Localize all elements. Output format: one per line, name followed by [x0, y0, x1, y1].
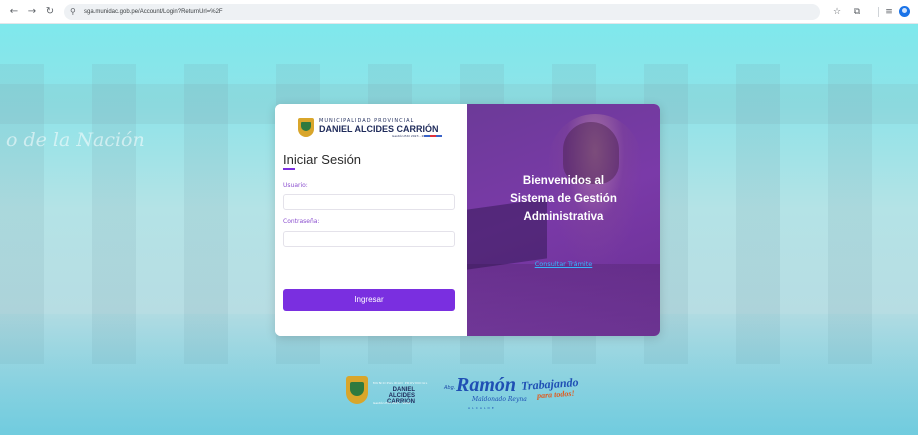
crest-icon — [298, 118, 314, 137]
welcome-panel: Bienvenidos al Sistema de Gestión Admini… — [467, 104, 660, 336]
password-label: Contraseña: — [283, 218, 320, 225]
footer-crest-icon — [346, 376, 368, 404]
welcome-line-2: Sistema de Gestión — [510, 193, 617, 205]
municipality-logo: MUNICIPALIDAD PROVINCIAL DANIEL ALCIDES … — [298, 118, 448, 140]
username-label: Usuario: — [283, 182, 308, 189]
logo-line-2: DANIEL ALCIDES CARRIÓN — [319, 124, 439, 134]
login-panel: MUNICIPALIDAD PROVINCIAL DANIEL ALCIDES … — [275, 104, 467, 336]
logo-flag-bar — [424, 135, 442, 137]
extensions-icon[interactable]: ⧉ — [850, 4, 864, 20]
back-icon[interactable]: ← — [6, 4, 22, 20]
site-info-icon[interactable]: ⚲ — [70, 4, 76, 20]
browser-toolbar: ← → ↻ ⚲ sga.munidac.gob.pe/Account/Login… — [0, 0, 918, 24]
username-input[interactable] — [283, 194, 455, 210]
toolbar-divider — [878, 7, 879, 17]
password-input[interactable] — [283, 231, 455, 247]
url-text: sga.munidac.gob.pe/Account/Login?ReturnU… — [84, 9, 223, 15]
reload-icon[interactable]: ↻ — [42, 4, 58, 20]
background-photo-desk — [467, 264, 660, 336]
background-facade-text: o de la Nación — [6, 129, 145, 151]
footer-signature: Maldonado Reyna — [472, 396, 527, 403]
welcome-line-1: Bienvenidos al — [522, 175, 605, 187]
login-button[interactable]: Ingresar — [283, 289, 455, 311]
footer-ramon-logo: Ramón — [456, 374, 517, 396]
welcome-heading: Bienvenidos al Sistema de Gestión Admini… — [467, 172, 660, 226]
forward-icon[interactable]: → — [24, 4, 40, 20]
reading-list-icon[interactable]: ≡ — [882, 4, 896, 20]
profile-avatar-icon[interactable] — [899, 6, 910, 17]
footer-alcalde: ALCALDE — [468, 406, 496, 410]
footer-muni-small: MUNICIPALIDAD PROVINCIAL — [373, 381, 428, 385]
bookmark-star-icon[interactable]: ☆ — [830, 4, 844, 20]
footer-muni-sub: Gestión Edil 2023 - 2026 — [373, 401, 411, 405]
address-bar[interactable]: ⚲ sga.munidac.gob.pe/Account/Login?Retur… — [64, 4, 820, 20]
title-underline — [283, 168, 295, 170]
welcome-line-3: Administrativa — [523, 211, 604, 223]
consultar-tramite-link[interactable]: Consultar Trámite — [467, 260, 660, 268]
footer-abg: Abg. — [444, 385, 456, 391]
page-title: Iniciar Sesión — [283, 152, 362, 167]
login-card: MUNICIPALIDAD PROVINCIAL DANIEL ALCIDES … — [275, 104, 660, 336]
